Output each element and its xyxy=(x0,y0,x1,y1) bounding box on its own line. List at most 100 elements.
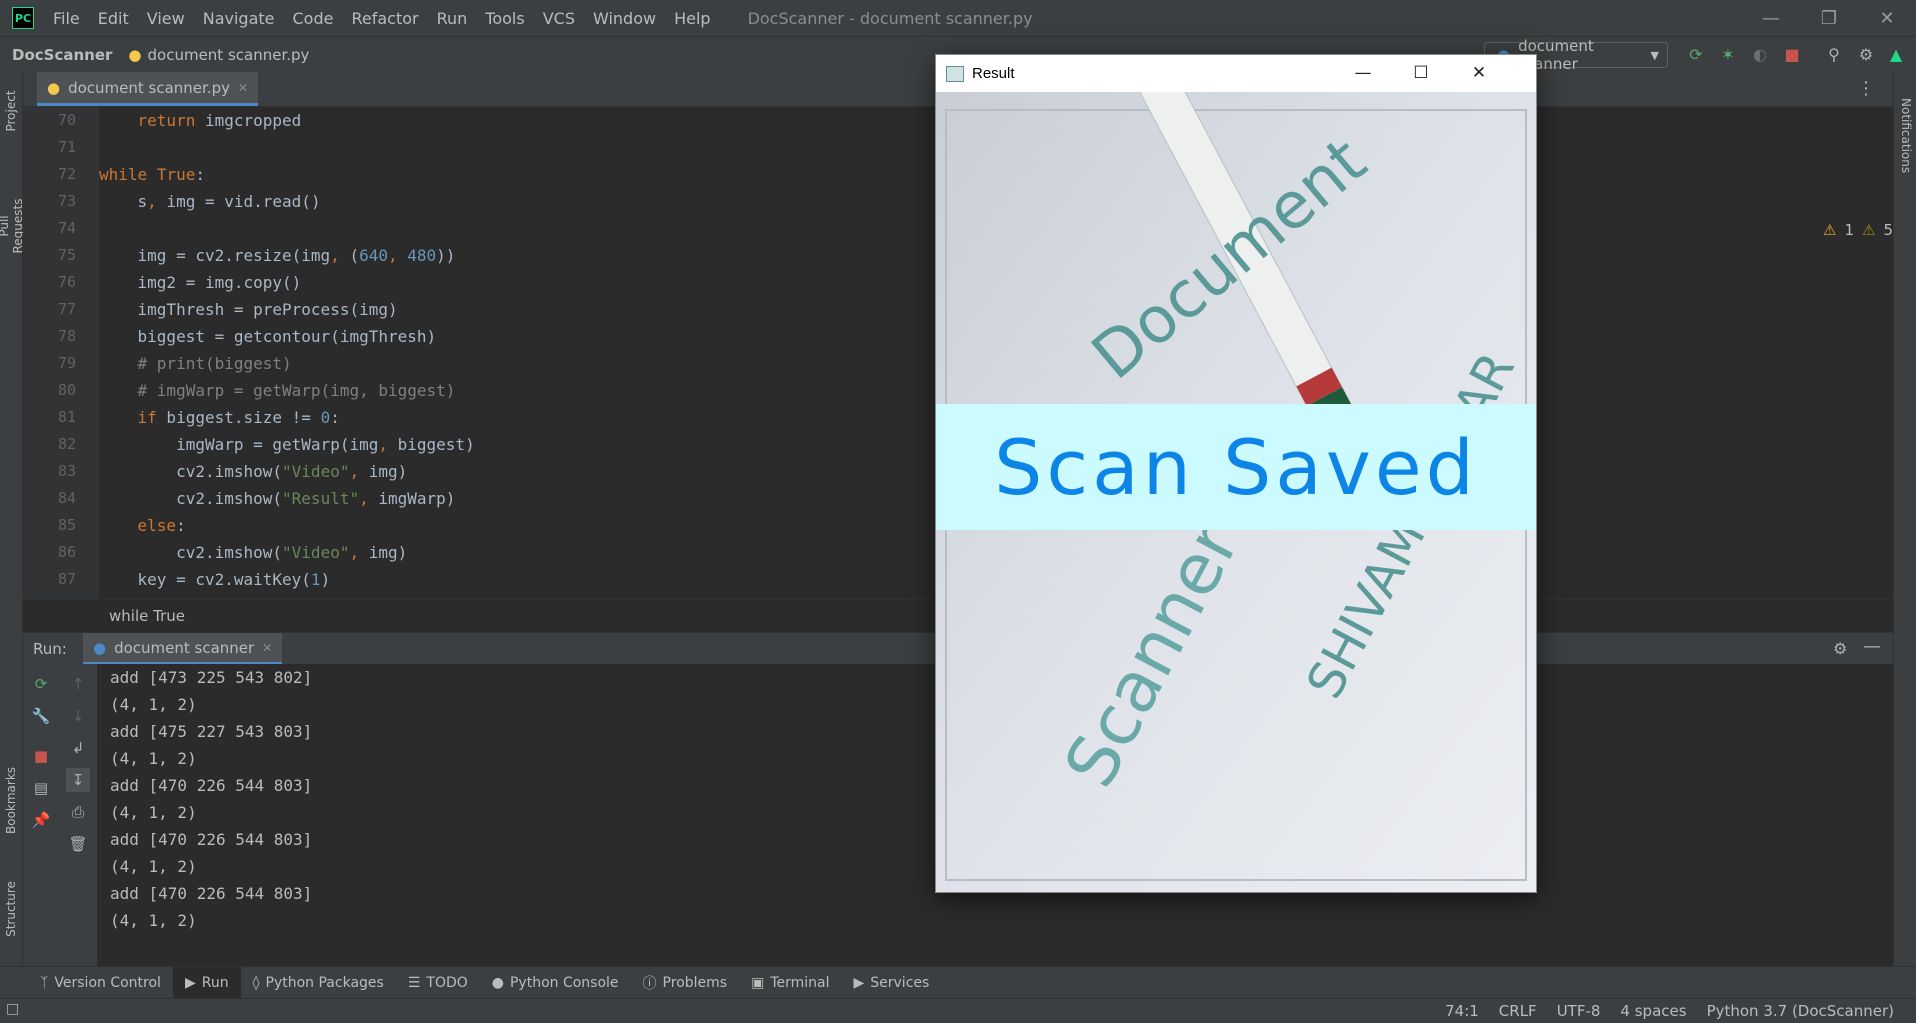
file-encoding[interactable]: UTF-8 xyxy=(1557,1002,1601,1020)
coverage-icon[interactable]: ◐ xyxy=(1750,45,1770,65)
menu-window[interactable]: Window xyxy=(584,9,665,28)
line-number: 83 xyxy=(57,462,76,480)
terminal-tool[interactable]: ▣ Terminal xyxy=(739,967,841,999)
run-tool[interactable]: ▶ Run xyxy=(172,967,241,999)
cursor-position[interactable]: 74:1 xyxy=(1445,1002,1479,1020)
console-line: (4, 1, 2) xyxy=(110,749,197,768)
window-title: DocScanner - document scanner.py xyxy=(747,8,1033,28)
hide-panel-icon[interactable]: — xyxy=(1863,636,1881,657)
arrow-up-icon[interactable]: ↑ xyxy=(66,672,90,696)
console-line: (4, 1, 2) xyxy=(110,695,197,714)
menu-navigate[interactable]: Navigate xyxy=(194,9,284,28)
pin-icon[interactable]: 📌 xyxy=(29,808,53,832)
packages-icon: ◊ xyxy=(252,975,260,991)
scan-saved-banner: Scan Saved xyxy=(936,404,1536,530)
run-toolbar-primary: ⟳ 🔧 ■ ▤ 📌 xyxy=(23,664,59,966)
close-tab-icon[interactable]: ✕ xyxy=(262,641,272,655)
structure-tool-tab[interactable]: Structure xyxy=(4,876,18,942)
code-token: : xyxy=(330,408,340,427)
line-number: 82 xyxy=(57,435,76,453)
settings-icon[interactable]: ⚙ xyxy=(1833,639,1847,658)
code-line: return imgcropped xyxy=(99,107,302,134)
menu-code[interactable]: Code xyxy=(284,9,343,28)
python-packages-label: Python Packages xyxy=(265,975,384,991)
line-separator[interactable]: CRLF xyxy=(1499,1002,1537,1020)
python-console-tool[interactable]: ● Python Console xyxy=(480,967,631,999)
bottom-tool-bar: ᛉ Version Control ▶ Run ◊ Python Packages ☰… xyxy=(0,966,1916,999)
code-token: if xyxy=(137,408,157,427)
wrench-icon[interactable]: 🔧 xyxy=(29,704,53,728)
minimize-icon[interactable]: — xyxy=(1742,8,1800,29)
menu-help[interactable]: Help xyxy=(665,9,719,28)
search-icon[interactable]: ⚲ xyxy=(1824,45,1844,65)
breadcrumb-file-label: document scanner.py xyxy=(147,46,310,64)
more-icon[interactable]: ⋮ xyxy=(1857,78,1875,99)
todo-tool[interactable]: ☰ TODO xyxy=(396,967,480,999)
menu-run[interactable]: Run xyxy=(428,9,477,28)
project-tool-tab[interactable]: Project xyxy=(4,78,18,144)
code-token: , xyxy=(349,462,369,481)
branch-icon: ᛉ xyxy=(40,975,49,991)
menu-file[interactable]: File xyxy=(44,9,89,28)
code-token: key = cv2.waitKey( xyxy=(99,570,311,589)
code-token: )) xyxy=(436,246,456,265)
layout-toggle-icon[interactable]: □ xyxy=(6,1001,19,1017)
jetbrains-icon[interactable]: ▲ xyxy=(1886,45,1906,65)
inspection-widget[interactable]: ⚠1 ⚠51 ✔8 ⌃ ⌄ xyxy=(1823,221,1893,239)
arrow-down-icon[interactable]: ↓ xyxy=(66,704,90,728)
menu-view[interactable]: View xyxy=(138,9,194,28)
run-tab-document-scanner[interactable]: ● document scanner ✕ xyxy=(83,633,283,665)
trash-icon[interactable]: 🗑 xyxy=(66,832,90,856)
version-control-tool[interactable]: ᛉ Version Control xyxy=(28,967,173,999)
code-line: # imgWarp = getWarp(img, biggest) xyxy=(99,377,456,404)
code-token: , xyxy=(388,246,408,265)
editor-tab-document-scanner[interactable]: ● document scanner.py ✕ xyxy=(37,72,259,106)
minimize-icon[interactable]: — xyxy=(1334,55,1392,92)
stop-icon[interactable]: ■ xyxy=(29,744,53,768)
indent-setting[interactable]: 4 spaces xyxy=(1620,1002,1686,1020)
code-token: else xyxy=(137,516,177,535)
python-icon: ● xyxy=(491,975,504,991)
rerun-icon[interactable]: ⟳ xyxy=(29,672,53,696)
line-number: 75 xyxy=(57,246,76,264)
soft-wrap-icon[interactable]: ↲ xyxy=(66,736,90,760)
restore-icon[interactable]: ❐ xyxy=(1800,8,1858,29)
close-icon[interactable]: ✕ xyxy=(1858,8,1916,29)
python-file-icon: ● xyxy=(128,46,142,64)
debug-icon[interactable]: ✶ xyxy=(1718,45,1738,65)
maximize-icon[interactable]: ☐ xyxy=(1392,55,1450,92)
print-icon[interactable]: ⎙ xyxy=(66,800,90,824)
python-packages-tool[interactable]: ◊ Python Packages xyxy=(241,967,396,999)
stop-icon[interactable]: ■ xyxy=(1782,45,1802,65)
breadcrumb-project[interactable]: DocScanner xyxy=(12,46,112,64)
result-window-titlebar[interactable]: Result — ☐ ✕ xyxy=(936,55,1536,92)
rerun-icon[interactable]: ⟳ xyxy=(1686,45,1706,65)
menu-vcs[interactable]: VCS xyxy=(534,9,584,28)
problems-tool[interactable]: ⓘ Problems xyxy=(631,967,740,999)
code-line: # print(biggest) xyxy=(99,350,292,377)
editor-breadcrumb[interactable]: while True xyxy=(109,607,185,625)
line-number: 71 xyxy=(57,138,76,156)
python-interpreter[interactable]: Python 3.7 (DocScanner) xyxy=(1707,1002,1894,1020)
menu-tools[interactable]: Tools xyxy=(476,9,533,28)
code-token: , xyxy=(330,246,340,265)
code-token: ) xyxy=(320,570,331,589)
settings-icon[interactable]: ⚙ xyxy=(1856,45,1876,65)
code-token: img = vid.read() xyxy=(156,192,321,211)
close-icon[interactable]: ✕ xyxy=(1450,55,1508,92)
code-token: # print(biggest) xyxy=(99,354,292,373)
scroll-to-end-icon[interactable]: ↧ xyxy=(66,768,90,792)
layout-icon[interactable]: ▤ xyxy=(29,776,53,800)
close-tab-icon[interactable]: ✕ xyxy=(238,81,248,95)
pull-requests-tool-tab[interactable]: Pull Requests xyxy=(0,193,25,259)
code-line: while True: xyxy=(99,161,205,188)
result-window[interactable]: Result — ☐ ✕ Document Scanner Scan Saved xyxy=(935,54,1537,893)
code-token: s xyxy=(99,192,148,211)
bookmarks-tool-tab[interactable]: Bookmarks xyxy=(4,767,18,834)
services-tool[interactable]: ▶ Services xyxy=(841,967,941,999)
code-token: img) xyxy=(368,462,408,481)
menu-edit[interactable]: Edit xyxy=(89,9,138,28)
notifications-tool-tab[interactable]: Notifications xyxy=(1899,98,1913,173)
breadcrumb-file[interactable]: ● document scanner.py xyxy=(128,46,309,64)
menu-refactor[interactable]: Refactor xyxy=(342,9,427,28)
